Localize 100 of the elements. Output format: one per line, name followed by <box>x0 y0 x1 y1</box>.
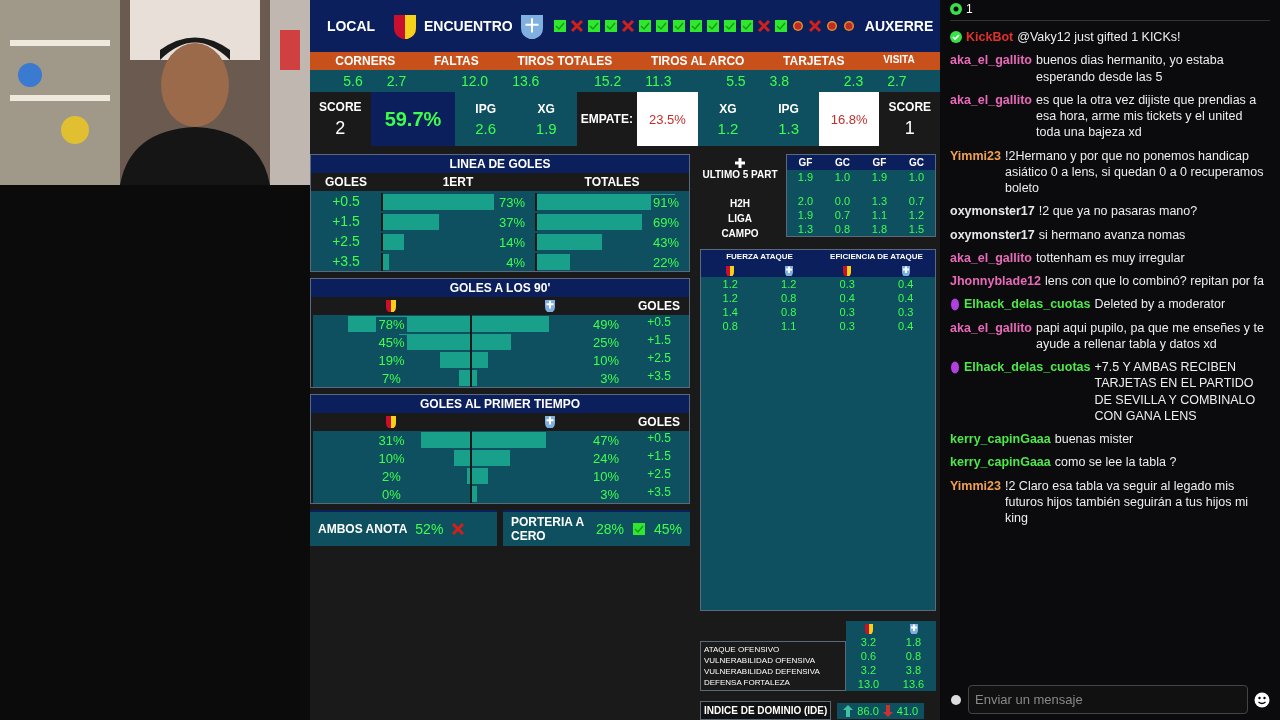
table-cell-text: 0.4 <box>838 291 856 305</box>
message-field[interactable]: Enviar un mensaje <box>968 685 1248 714</box>
table-cell-text: 1.9 <box>796 208 815 222</box>
table-cell-text: 0.4 <box>897 319 915 333</box>
cross-icon <box>620 19 635 33</box>
table-cell-text: 1.4 <box>721 305 739 319</box>
table-cell-text: 1.5 <box>907 222 926 236</box>
chat-username: oxymonster17 <box>950 203 1035 220</box>
table-cell-text: 1.2 <box>721 291 739 305</box>
row-label: VULNERABILIDAD OFENSIVA <box>704 656 816 665</box>
shield-icon <box>841 264 854 276</box>
chat-message: !2 que ya no pasaras mano? <box>1038 203 1199 220</box>
table-cell-text: 1.1 <box>780 319 798 333</box>
chat-username: aka_el_gallito <box>950 52 1032 69</box>
ipg-value: 2.6 <box>475 119 497 137</box>
stat-label: CORNERS <box>335 54 396 68</box>
team-label: LOCAL <box>326 18 376 34</box>
table-cell-text: 0.6 <box>859 649 878 663</box>
row-label: VULNERABILIDAD DEFENSIVA <box>704 667 821 676</box>
table-cell-text: 0.7 <box>907 194 926 208</box>
medal-icon <box>790 19 805 33</box>
shield-icon <box>518 13 545 39</box>
ipg-label: IPG <box>475 101 496 116</box>
table-cell-text: 1.1 <box>870 208 889 222</box>
table-cell-text: 3.8 <box>904 663 923 677</box>
shield-icon <box>907 622 920 634</box>
ipg-label: IPG <box>778 101 799 116</box>
check-icon <box>603 19 618 33</box>
column-header: GC <box>908 156 925 170</box>
gem-badge-icon <box>950 361 960 374</box>
panel-title: LINEA DE GOLES <box>311 155 689 173</box>
team-label: AUXERRE <box>864 18 934 34</box>
row-label: H2H <box>730 198 750 209</box>
table-cell-text: 0.0 <box>833 194 852 208</box>
row-label: CAMPO <box>721 228 759 239</box>
stat-value: 15.2 <box>594 73 622 89</box>
table-cell-text: 0.8 <box>780 291 798 305</box>
check-icon <box>722 19 737 33</box>
sheet-title: ENCUENTRO <box>424 18 513 34</box>
row-label: ATAQUE OFENSIVO <box>704 645 781 654</box>
check-icon <box>705 19 720 33</box>
check-icon <box>637 19 652 33</box>
shield-icon <box>724 264 737 276</box>
chat-message: buenas mister <box>1054 431 1135 448</box>
cross-icon <box>756 19 771 33</box>
stat-value: 11.3 <box>645 73 672 89</box>
score-label: SCORE <box>318 99 362 114</box>
xg-label: XG <box>719 101 737 116</box>
panel-title: AMBOS ANOTA <box>318 522 408 536</box>
shield-icon <box>392 13 418 39</box>
column-header: GF <box>871 156 888 170</box>
score-value: 2 <box>335 117 346 139</box>
chat-message: lens con que lo combinó? repitan por fa <box>1045 273 1265 290</box>
chat-username: Yimmi23 <box>950 147 1001 164</box>
chat-message: buenos dias hermanito, yo estaba esperando desde las 5 <box>1036 52 1225 85</box>
table-cell-text: 0.8 <box>833 222 852 236</box>
column-header: TOTALES <box>535 173 689 191</box>
panel-title: GOLES AL PRIMER TIEMPO <box>311 395 689 413</box>
shield-icon <box>383 414 398 428</box>
check-icon <box>773 19 788 33</box>
table-cell-text: 1.2 <box>721 277 739 291</box>
table-cell-text: 1.2 <box>780 277 798 291</box>
check-icon <box>586 19 601 33</box>
viewer-icon <box>950 3 962 15</box>
stat-value: 3.8 <box>769 73 790 89</box>
chat-message: como se lee la tabla ? <box>1054 454 1178 471</box>
row-label: ULTIMO 5 PART <box>702 169 778 180</box>
table-cell-text: 3.2 <box>859 663 878 677</box>
score-value: 1 <box>904 117 915 139</box>
table-cell-text: 0.3 <box>838 277 856 291</box>
chat-username: Yimmi23 <box>950 477 1001 494</box>
table-cell-text: 13.0 <box>856 677 881 691</box>
up-arrow-icon <box>843 704 854 717</box>
chat-username: Elhack_delas_cuotas <box>964 296 1091 313</box>
table-cell-text: 3.2 <box>859 635 878 649</box>
column-header: GOLES <box>311 173 381 191</box>
cross-icon <box>451 522 466 536</box>
stat-value: 5.6 <box>343 73 363 89</box>
table-cell-text: 2.0 <box>796 194 815 208</box>
dominance-label: INDICE DE DOMINIO (IDE) <box>700 701 832 720</box>
plus-icon <box>735 158 745 168</box>
table-cell-text: 1.0 <box>833 170 852 184</box>
stat-label: VISITA <box>883 54 915 67</box>
chat-message: es que la otra vez dijiste que prendias a esa hora, arme mis tickets y el united toda una bajeza xd <box>1036 91 1258 141</box>
check-icon <box>688 19 703 33</box>
shield-icon <box>862 622 875 634</box>
win-probability: 16.8% <box>830 111 868 127</box>
percent-value: 28% <box>595 521 624 537</box>
chat-username: KickBot <box>966 29 1014 46</box>
table-cell-text: 1.8 <box>870 222 889 236</box>
chat-username: kerry_capinGaaa <box>950 431 1051 448</box>
table-cell-text: 1.8 <box>904 635 923 649</box>
check-icon <box>552 19 567 33</box>
cross-icon <box>807 19 822 33</box>
panel-title: GOLES A LOS 90' <box>311 279 689 297</box>
medal-icon <box>824 19 839 33</box>
column-header: GOLES <box>629 413 689 431</box>
row-label: DEFENSA FORTALEZA <box>704 678 791 687</box>
dominance-value: 86.0 <box>857 704 879 717</box>
check-icon <box>654 19 669 33</box>
